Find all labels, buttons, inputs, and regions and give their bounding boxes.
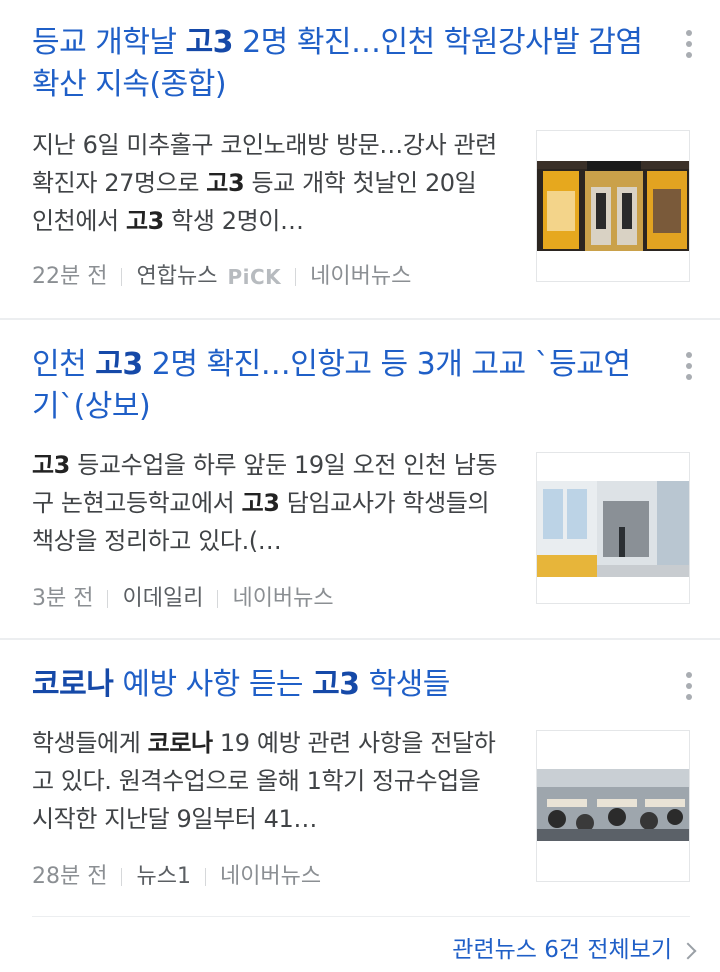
timestamp: 22분 전 bbox=[32, 264, 108, 289]
more-options-icon[interactable] bbox=[684, 30, 694, 66]
naver-news-link[interactable]: 네이버뉴스 bbox=[220, 862, 321, 892]
title-text: 예방 사항 듣는 bbox=[113, 667, 313, 702]
summary-keyword: 고3 bbox=[125, 207, 164, 235]
divider bbox=[121, 268, 123, 286]
summary-text: 학생들에게 bbox=[32, 729, 148, 757]
divider bbox=[295, 268, 297, 286]
news-article[interactable]: 코로나 예방 사항 듣는 고3 학생들 학생들에게 코로나 19 예방 관련 사… bbox=[0, 640, 720, 910]
coin-karaoke-storefront-photo bbox=[537, 161, 689, 251]
naver-news-link[interactable]: 네이버뉴스 bbox=[232, 584, 333, 614]
article-title[interactable]: 등교 개학날 고3 2명 확진…인천 학원강사발 감염 확산 지속(종합) bbox=[32, 22, 652, 106]
divider bbox=[217, 590, 219, 608]
article-thumbnail[interactable] bbox=[536, 730, 690, 882]
related-news-label: 관련뉴스 6건 전체보기 bbox=[452, 937, 672, 963]
title-keyword: 코로나 bbox=[32, 667, 114, 702]
article-meta: 22분 전 연합뉴스 PiCK 네이버뉴스 bbox=[32, 262, 411, 292]
article-summary[interactable]: 학생들에게 코로나 19 예방 관련 사항을 전달하고 있다. 원격수업으로 올… bbox=[32, 724, 502, 838]
naver-news-link[interactable]: 네이버뉴스 bbox=[310, 262, 411, 292]
article-thumbnail[interactable] bbox=[536, 452, 690, 604]
title-keyword: 고3 bbox=[185, 25, 234, 60]
news-article[interactable]: 등교 개학날 고3 2명 확진…인천 학원강사발 감염 확산 지속(종합) 지난… bbox=[0, 0, 720, 318]
divider bbox=[204, 868, 206, 886]
article-title[interactable]: 인천 고3 2명 확진…인항고 등 3개 고교 `등교연기`(상보) bbox=[32, 344, 652, 428]
title-text: 등교 개학날 bbox=[32, 25, 186, 60]
summary-keyword: 고3 bbox=[241, 489, 280, 517]
article-summary[interactable]: 고3 등교수업을 하루 앞둔 19일 오전 인천 남동구 논현고등학교에서 고3… bbox=[32, 446, 502, 560]
divider bbox=[107, 590, 109, 608]
title-text: 학생들 bbox=[359, 667, 451, 702]
press-name[interactable]: 뉴스1 bbox=[136, 862, 190, 892]
title-keyword: 고3 bbox=[312, 667, 360, 702]
pick-badge: PiCK bbox=[227, 265, 282, 289]
title-keyword: 고3 bbox=[95, 347, 143, 382]
classroom-hallway-photo bbox=[537, 481, 689, 577]
article-meta: 3분 전 이데일리 네이버뉴스 bbox=[32, 584, 334, 614]
more-options-icon[interactable] bbox=[684, 672, 694, 708]
summary-keyword: 코로나 bbox=[147, 729, 213, 757]
divider bbox=[121, 868, 123, 886]
article-summary[interactable]: 지난 6일 미추홀구 코인노래방 방문…강사 관련 확진자 27명으로 고3 등… bbox=[32, 126, 502, 240]
article-thumbnail[interactable] bbox=[536, 130, 690, 282]
article-meta: 28분 전 뉴스1 네이버뉴스 bbox=[32, 862, 321, 892]
summary-keyword: 고3 bbox=[32, 451, 70, 479]
press-name[interactable]: 연합뉴스 bbox=[136, 262, 217, 292]
summary-text: 학생 2명이… bbox=[163, 207, 304, 235]
more-options-icon[interactable] bbox=[684, 352, 694, 388]
students-in-classroom-photo bbox=[537, 769, 689, 841]
news-article[interactable]: 인천 고3 2명 확진…인항고 등 3개 고교 `등교연기`(상보) 고3 등교… bbox=[0, 320, 720, 638]
press-name[interactable]: 이데일리 bbox=[122, 584, 203, 614]
title-text: 인천 bbox=[32, 347, 96, 382]
divider bbox=[32, 916, 690, 917]
timestamp: 28분 전 bbox=[32, 864, 108, 889]
timestamp: 3분 전 bbox=[32, 586, 94, 611]
summary-keyword: 고3 bbox=[206, 169, 245, 197]
article-title[interactable]: 코로나 예방 사항 듣는 고3 학생들 bbox=[32, 664, 652, 706]
chevron-right-icon bbox=[679, 942, 697, 959]
related-news-link[interactable]: 관련뉴스 6건 전체보기 bbox=[452, 934, 697, 966]
